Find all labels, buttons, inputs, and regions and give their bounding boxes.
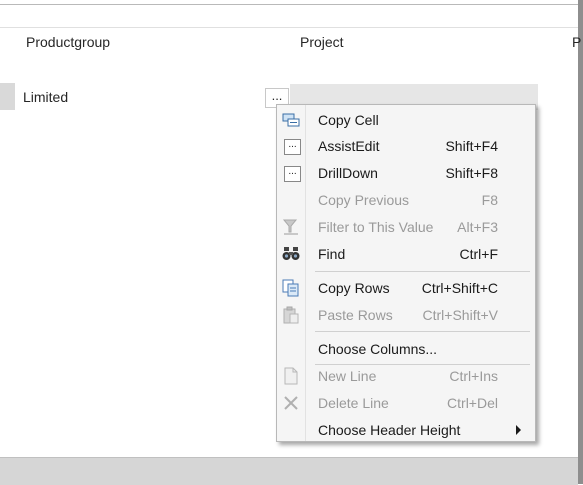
cell-productgroup[interactable]: Limited — [23, 89, 68, 105]
context-menu: Copy Cell ... AssistEdit Shift+F4 ... Dr… — [276, 104, 536, 442]
menu-item-delete-line[interactable]: Delete Line Ctrl+Del — [277, 390, 535, 416]
copy-cell-icon — [281, 110, 301, 130]
menu-item-copy-rows[interactable]: Copy Rows Ctrl+Shift+C — [277, 275, 535, 301]
new-document-icon — [281, 366, 301, 386]
menu-item-assist-edit[interactable]: ... AssistEdit Shift+F4 — [277, 133, 535, 159]
menu-item-copy-previous[interactable]: Copy Previous F8 — [277, 187, 535, 213]
column-header-next[interactable]: P — [572, 34, 581, 50]
grid-header-row: Productgroup Project P — [0, 28, 581, 57]
menu-item-copy-cell[interactable]: Copy Cell — [277, 107, 535, 133]
horizontal-scrollbar[interactable] — [0, 457, 578, 485]
ellipsis-button-icon: ... — [281, 163, 301, 183]
column-header-project[interactable]: Project — [300, 34, 344, 50]
toolbar-area — [0, 5, 578, 28]
window-right-border — [578, 0, 583, 484]
copy-rows-icon — [281, 278, 301, 298]
menu-item-choose-columns[interactable]: Choose Columns... — [277, 336, 535, 362]
menu-item-new-line[interactable]: New Line Ctrl+Ins — [277, 363, 535, 389]
submenu-arrow-icon — [516, 425, 521, 435]
table-row[interactable] — [0, 56, 578, 84]
ellipsis-button-icon: ... — [281, 136, 301, 156]
menu-separator — [315, 331, 530, 332]
row-selector[interactable] — [0, 83, 15, 110]
menu-item-paste-rows[interactable]: Paste Rows Ctrl+Shift+V — [277, 302, 535, 328]
menu-item-drill-down[interactable]: ... DrillDown Shift+F8 — [277, 160, 535, 186]
column-header-productgroup[interactable]: Productgroup — [26, 34, 110, 50]
binoculars-icon — [281, 244, 301, 264]
filter-icon — [281, 217, 301, 237]
delete-x-icon — [281, 393, 301, 413]
menu-separator — [315, 271, 530, 272]
paste-icon — [281, 305, 301, 325]
menu-item-find[interactable]: Find Ctrl+F — [277, 241, 535, 267]
menu-item-choose-header-height[interactable]: Choose Header Height — [277, 417, 535, 443]
menu-item-filter-to-this-value[interactable]: Filter to This Value Alt+F3 — [277, 214, 535, 240]
